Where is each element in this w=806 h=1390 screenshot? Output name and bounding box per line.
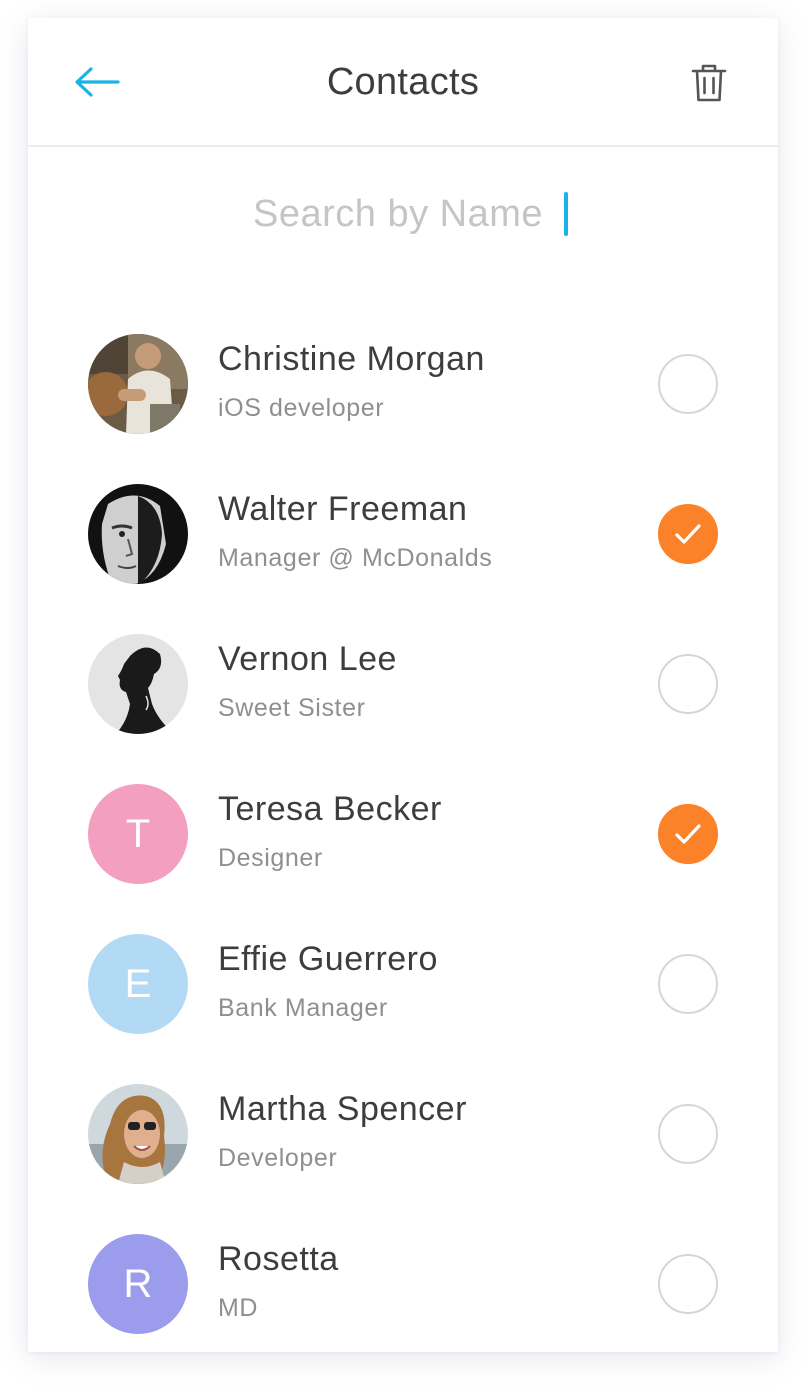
checkmark-icon [675, 524, 701, 544]
contact-subtitle: Bank Manager [218, 994, 388, 1022]
contact-name: Vernon Lee [218, 640, 397, 678]
avatar-photo [88, 334, 188, 434]
trash-icon [691, 64, 727, 102]
avatar-photo [88, 484, 188, 584]
checkmark-icon [675, 824, 701, 844]
contact-row[interactable]: Vernon Lee Sweet Sister [28, 608, 778, 758]
contact-subtitle: iOS developer [218, 394, 385, 422]
contact-name: Effie Guerrero [218, 940, 438, 978]
contact-name: Teresa Becker [218, 790, 442, 828]
contact-name: Christine Morgan [218, 340, 485, 378]
contact-row[interactable]: Christine Morgan iOS developer [28, 308, 778, 458]
contact-row[interactable]: Walter Freeman Manager @ McDonalds [28, 458, 778, 608]
delete-button[interactable] [686, 60, 732, 106]
avatar [88, 484, 188, 584]
page-title: Contacts [326, 61, 480, 103]
contact-subtitle: MD [218, 1294, 259, 1322]
select-checkbox[interactable] [658, 1254, 718, 1314]
select-checkbox[interactable] [658, 504, 718, 564]
avatar-initial: E [88, 934, 188, 1034]
contact-name: Martha Spencer [218, 1090, 467, 1128]
avatar-initial: R [88, 1234, 188, 1334]
select-checkbox[interactable] [658, 654, 718, 714]
avatar [88, 1084, 188, 1184]
contact-row[interactable]: E Effie Guerrero Bank Manager [28, 908, 778, 1058]
select-checkbox[interactable] [658, 1104, 718, 1164]
contact-subtitle: Sweet Sister [218, 694, 366, 722]
header-bar: Contacts [28, 18, 778, 147]
avatar [88, 334, 188, 434]
avatar-photo [88, 634, 188, 734]
select-checkbox[interactable] [658, 804, 718, 864]
avatar-letter: T [125, 811, 151, 856]
contact-subtitle: Designer [218, 844, 323, 872]
contact-subtitle: Manager @ McDonalds [218, 544, 493, 572]
arrow-left-icon [75, 67, 120, 97]
avatar-letter: R [123, 1261, 153, 1306]
avatar [88, 634, 188, 734]
contact-row[interactable]: R Rosetta MD [28, 1208, 778, 1352]
contact-subtitle: Developer [218, 1144, 338, 1172]
avatar-initial: T [88, 784, 188, 884]
avatar-letter: E [124, 961, 152, 1006]
select-checkbox[interactable] [658, 354, 718, 414]
contact-row[interactable]: Martha Spencer Developer [28, 1058, 778, 1208]
contacts-card: Contacts Search by Name Christine Morgan… [28, 18, 778, 1352]
contact-list: Christine Morgan iOS developer Walter Fr… [28, 308, 778, 1352]
text-cursor [564, 192, 568, 236]
back-button[interactable] [72, 62, 122, 102]
contact-row[interactable]: T Teresa Becker Designer [28, 758, 778, 908]
search-input[interactable] [238, 192, 558, 236]
contact-name: Walter Freeman [218, 490, 468, 528]
search-bar [28, 186, 778, 242]
avatar-photo [88, 1084, 188, 1184]
contact-name: Rosetta [218, 1240, 339, 1278]
select-checkbox[interactable] [658, 954, 718, 1014]
